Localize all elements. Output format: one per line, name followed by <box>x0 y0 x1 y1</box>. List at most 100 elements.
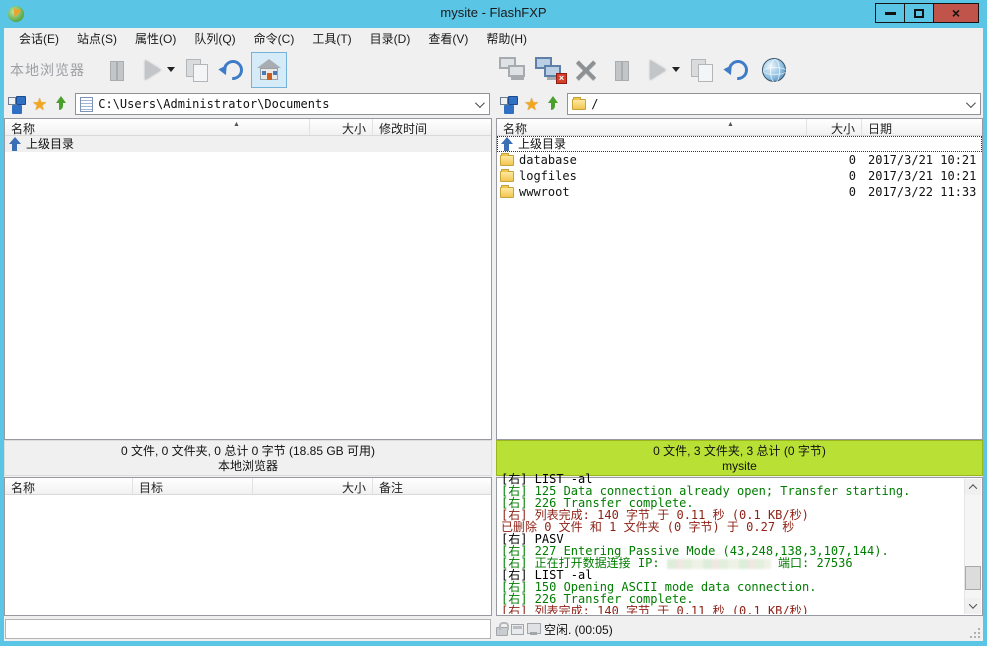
local-list-body: 上级目录 <box>5 136 491 439</box>
file-name: database <box>497 152 807 168</box>
favorites-icon[interactable]: ★ <box>524 96 539 113</box>
menu-item-c[interactable]: 命令(C) <box>245 28 304 49</box>
scrollbar-thumb[interactable] <box>965 566 981 590</box>
column-header-size[interactable]: 大小 <box>807 119 862 135</box>
computer-icon <box>527 623 541 636</box>
file-size: 0 <box>807 152 856 168</box>
file-date: 2017/3/21 10:21 <box>868 152 982 168</box>
menu-item-t[interactable]: 工具(T) <box>303 28 360 49</box>
title-bar: mysite - FlashFXP × <box>0 0 987 28</box>
refresh-icon <box>219 55 247 83</box>
remote-start-button[interactable] <box>640 52 676 88</box>
local-address-row: ★ C:\Users\Administrator\Documents <box>4 90 492 118</box>
close-button[interactable]: × <box>933 3 979 23</box>
file-row-2[interactable]: database0 2017/3/21 10:21 <box>497 152 982 168</box>
queue-icon <box>690 58 714 82</box>
file-row-3[interactable]: logfiles02017/3/21 10:21 <box>497 168 982 184</box>
log-line: [右] 列表完成: 140 字节 于 0.11 秒 (0.1 KB/秒) <box>501 605 964 614</box>
queue-column-size[interactable]: 大小 <box>253 478 373 494</box>
local-queue-button[interactable] <box>179 52 215 88</box>
folder-icon <box>500 187 514 198</box>
sort-ascending-icon: ▲ <box>233 121 240 128</box>
local-pause-button[interactable] <box>99 52 135 88</box>
column-header-name[interactable]: 名称 <box>5 119 310 135</box>
column-header-name[interactable]: 名称 <box>497 119 807 135</box>
remote-site-name: mysite <box>497 459 982 474</box>
globe-icon <box>762 58 786 82</box>
remote-refresh-button[interactable] <box>720 52 756 88</box>
file-row-4[interactable]: wwwroot02017/3/22 11:33 <box>497 184 982 200</box>
menu-item-e[interactable]: 会话(E) <box>10 28 68 49</box>
local-refresh-button[interactable] <box>215 52 251 88</box>
disconnect-button[interactable]: × <box>532 52 568 88</box>
up-level-icon[interactable] <box>54 96 68 112</box>
statusbar-left-field <box>5 619 491 639</box>
scroll-up-icon[interactable] <box>965 479 981 495</box>
menu-item-q[interactable]: 队列(Q) <box>185 28 244 49</box>
remote-count-summary: 0 文件, 3 文件夹, 3 总计 (0 字节) <box>497 443 982 459</box>
scroll-down-icon[interactable] <box>965 598 981 614</box>
local-file-list: 名称 ▲ 大小 修改时间 上级目录 <box>4 118 492 440</box>
log-line: 已删除 0 文件 和 1 文件夹 (0 字节) 于 0.27 秒 <box>501 521 964 533</box>
file-size <box>310 136 367 152</box>
local-start-button[interactable] <box>135 52 171 88</box>
combobox-dropdown-icon[interactable] <box>475 98 485 108</box>
remote-address-row: ★ / <box>496 90 983 118</box>
idle-status-text: 空闲. (00:05) <box>544 621 613 638</box>
local-path-value: C:\Users\Administrator\Documents <box>98 97 329 111</box>
remote-pause-button[interactable] <box>604 52 640 88</box>
sort-ascending-icon: ▲ <box>727 121 734 128</box>
queue-icon <box>185 58 209 82</box>
documents-icon <box>80 97 93 112</box>
maximize-button[interactable] <box>904 3 934 23</box>
favorites-icon[interactable]: ★ <box>32 96 47 113</box>
disconnect-icon: × <box>535 57 565 83</box>
remote-toolbar: × × <box>496 49 983 90</box>
play-icon <box>650 60 666 80</box>
menu-item-s[interactable]: 站点(S) <box>68 28 126 49</box>
remote-queue-button[interactable] <box>684 52 720 88</box>
file-size <box>807 136 856 152</box>
local-toolbar: 本地浏览器 <box>4 49 492 90</box>
remote-browser-button[interactable] <box>756 52 792 88</box>
play-icon <box>145 60 161 80</box>
client-area: 会话(E)站点(S)属性(O)队列(Q)命令(C)工具(T)目录(D)查看(V)… <box>4 28 983 641</box>
home-icon <box>257 59 281 81</box>
local-status-strip: 0 文件, 0 文件夹, 0 总计 0 字节 (18.85 GB 可用) 本地浏… <box>4 440 492 476</box>
file-row-1[interactable]: 上级目录 <box>5 136 491 152</box>
column-header-modified[interactable]: 修改时间 <box>373 119 491 135</box>
minimize-icon <box>885 12 896 15</box>
site-tree-icon[interactable] <box>8 96 25 113</box>
remote-list-body: 上级目录database0 2017/3/21 10:21logfiles0201… <box>497 136 982 439</box>
menu-item-o[interactable]: 属性(O) <box>126 28 185 49</box>
abort-button[interactable]: × <box>568 52 604 88</box>
log-pane: [右] LIST -al[右] 125 Data connection alre… <box>496 477 983 616</box>
remote-status-strip: 0 文件, 3 文件夹, 3 总计 (0 字节) mysite <box>496 440 983 476</box>
site-tree-icon[interactable] <box>500 96 517 113</box>
connect-icon <box>499 57 529 83</box>
resize-grip[interactable] <box>967 625 981 639</box>
file-name: 上级目录 <box>5 136 310 152</box>
remote-path-combobox[interactable]: / <box>567 93 981 115</box>
column-header-date[interactable]: 日期 <box>862 119 982 135</box>
menu-item-h[interactable]: 帮助(H) <box>477 28 536 49</box>
combobox-dropdown-icon[interactable] <box>966 98 976 108</box>
queue-column-note[interactable]: 备注 <box>373 478 491 494</box>
file-row-1[interactable]: 上级目录 <box>497 136 982 152</box>
minimize-button[interactable] <box>875 3 905 23</box>
up-level-icon[interactable] <box>546 96 560 112</box>
refresh-icon <box>724 55 752 83</box>
local-path-combobox[interactable]: C:\Users\Administrator\Documents <box>75 93 490 115</box>
connect-button[interactable] <box>496 52 532 88</box>
menu-item-d[interactable]: 目录(D) <box>361 28 420 49</box>
queue-pane: 名称 目标 大小 备注 <box>4 477 492 616</box>
queue-column-name[interactable]: 名称 <box>5 478 133 494</box>
queue-column-target[interactable]: 目标 <box>133 478 253 494</box>
local-home-button[interactable] <box>251 52 287 88</box>
column-header-size[interactable]: 大小 <box>310 119 373 135</box>
file-size: 0 <box>807 168 856 184</box>
menu-item-v[interactable]: 查看(V) <box>419 28 477 49</box>
file-name: logfiles <box>497 168 807 184</box>
log-scrollbar[interactable] <box>964 479 981 614</box>
remote-list-header: 名称 ▲ 大小 日期 <box>497 119 982 136</box>
